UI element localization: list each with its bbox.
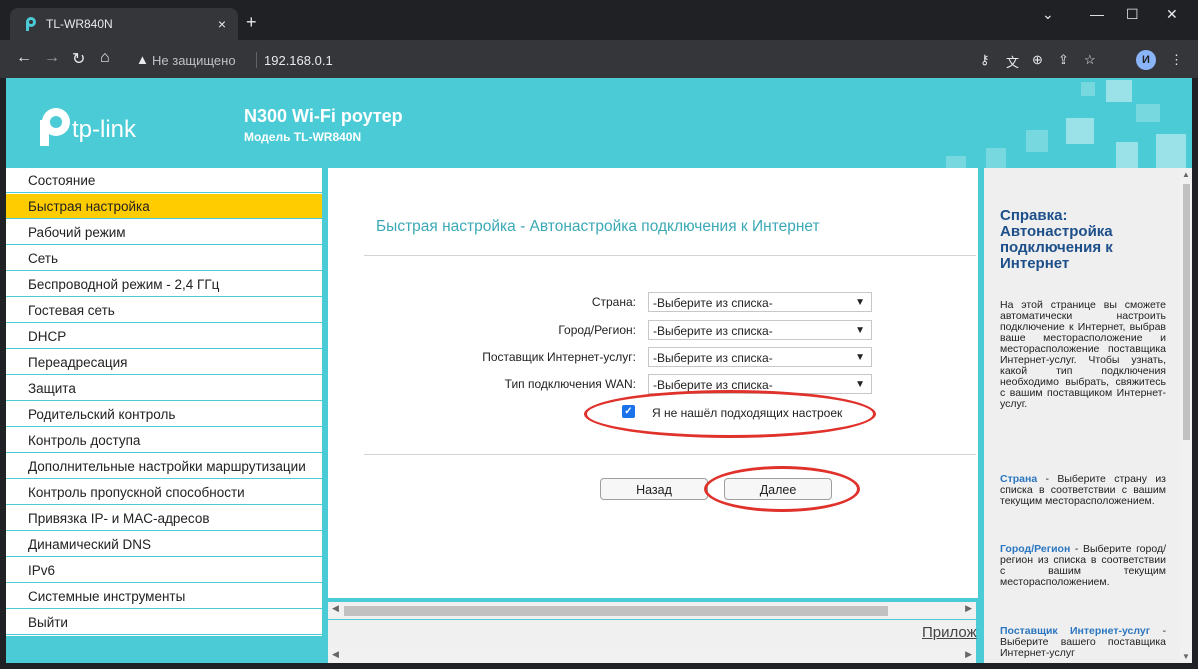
wan-type-label: Тип подключения WAN: [504,377,636,391]
product-title: N300 Wi-Fi роутер [244,106,403,126]
header-decoration [1081,82,1095,96]
url-text[interactable]: 192.168.0.1 [264,53,333,68]
tab-bar: TL-WR840N × + ⌄ — ☐ ✕ [0,0,1198,40]
back-arrow-icon[interactable]: ← [16,49,32,67]
header-decoration [1106,80,1132,102]
vertical-scrollbar[interactable]: ▲ ▼ [1180,168,1192,663]
help-country: Страна - Выберите страну из списка в соо… [1000,474,1166,507]
tab-close-icon[interactable]: × [218,16,226,32]
city-select-value: -Выберите из списка- [653,324,773,338]
annotation-highlight-oval [704,466,860,512]
horizontal-scrollbar[interactable]: ◀ ▶ [328,602,976,619]
home-icon[interactable]: ⌂ [100,49,110,67]
router-header: tp-link N300 Wi-Fi роутер Модель TL-WR84… [6,78,1192,168]
scroll-left-icon[interactable]: ◀ [332,649,339,660]
sidebar-item-status[interactable]: Состояние [6,168,322,193]
sidebar-item-security[interactable]: Защита [6,376,322,401]
sidebar-item-parental-control[interactable]: Родительский контроль [6,402,322,427]
sidebar-item-wireless[interactable]: Беспроводной режим - 2,4 ГГц [6,272,322,297]
sidebar-item-forwarding[interactable]: Переадресация [6,350,322,375]
scroll-right-icon[interactable]: ▶ [965,649,972,660]
header-decoration [946,156,966,168]
sidebar-item-ipv6[interactable]: IPv6 [6,558,322,583]
app-link[interactable]: Прилож [922,624,977,641]
help-title: Справка: Автонастройка подключения к Инт… [1000,207,1113,272]
header-decoration [986,148,1006,168]
help-isp: Поставщик Интернет-услуг - Выберите ваше… [1000,626,1166,659]
scrollbar-thumb[interactable] [344,606,888,616]
back-button[interactable]: Назад [600,478,708,500]
forward-arrow-icon[interactable]: → [44,49,60,67]
sidebar-item-quick-setup[interactable]: Быстрая настройка [6,194,322,219]
scroll-right-icon[interactable]: ▶ [965,603,972,614]
header-decoration [1136,104,1160,122]
help-intro: На этой странице вы сможете автоматическ… [1000,299,1166,410]
country-label: Страна: [591,295,636,309]
tab-title: TL-WR840N [46,17,113,31]
browser-tab[interactable]: TL-WR840N × [10,8,238,40]
new-tab-icon[interactable]: + [246,12,257,33]
chevron-down-icon: ▼ [855,352,865,363]
maximize-icon[interactable]: ☐ [1126,6,1139,23]
city-select[interactable]: -Выберите из списка- ▼ [648,320,872,340]
address-bar[interactable] [134,47,968,73]
tp-link-favicon-icon [22,16,38,32]
isp-select[interactable]: -Выберите из списка- ▼ [648,347,872,367]
country-select-value: -Выберите из списка- [653,296,773,310]
scroll-up-icon[interactable]: ▲ [1182,170,1190,179]
sidebar-item-advanced-routing[interactable]: Дополнительные настройки маршрутизации [6,454,322,479]
bookmark-star-icon[interactable]: ☆ [1084,52,1096,68]
zoom-icon[interactable]: ⊕ [1032,52,1043,68]
share-icon[interactable]: ⇪ [1058,52,1069,68]
address-separator [256,52,257,68]
scrollbar-thumb[interactable] [1183,184,1190,440]
minimize-icon[interactable]: — [1090,6,1104,22]
menu-kebab-icon[interactable]: ⋮ [1170,52,1183,68]
header-decoration [1116,142,1138,168]
warning-icon: ▲ [136,52,149,67]
profile-avatar[interactable]: И [1136,50,1156,70]
sidebar-item-bandwidth-control[interactable]: Контроль пропускной способности [6,480,322,505]
isp-select-value: -Выберите из списка- [653,351,773,365]
browser-window: TL-WR840N × + ⌄ — ☐ ✕ ← → ↻ ⌂ ▲ Не защищ… [0,0,1198,669]
annotation-highlight-oval [584,390,876,438]
sidebar-item-access-control[interactable]: Контроль доступа [6,428,322,453]
isp-label: Поставщик Интернет-услуг: [482,350,636,364]
help-city: Город/Регион - Выберите город/регион из … [1000,544,1166,588]
sidebar-item-operation-mode[interactable]: Рабочий режим [6,220,322,245]
sidebar-menu: Состояние Быстрая настройка Рабочий режи… [6,168,322,663]
reload-icon[interactable]: ↻ [72,49,85,69]
tp-link-logo-icon [32,106,72,153]
tab-search-icon[interactable]: ⌄ [1042,6,1054,23]
scroll-left-icon[interactable]: ◀ [332,603,339,614]
chevron-down-icon: ▼ [855,379,865,390]
country-select[interactable]: -Выберите из списка- ▼ [648,292,872,312]
chevron-down-icon: ▼ [855,325,865,336]
sidebar-item-dynamic-dns[interactable]: Динамический DNS [6,532,322,557]
sidebar-footer [6,636,322,663]
logo-text: tp-link [72,116,137,143]
chevron-down-icon: ▼ [855,297,865,308]
window-close-icon[interactable]: ✕ [1166,6,1178,23]
model-text: Модель TL-WR840N [244,130,362,144]
header-decoration [1026,130,1048,152]
key-icon[interactable]: ⚷ [980,52,990,68]
city-label: Город/Регион: [558,323,636,337]
divider [364,255,976,256]
translate-icon[interactable]: 文 [1006,52,1019,71]
header-decoration [1156,134,1186,168]
lower-horizontal-scrollbar[interactable]: ◀ ▶ [328,648,976,663]
security-label: Не защищено [152,53,236,68]
sidebar-item-guest-network[interactable]: Гостевая сеть [6,298,322,323]
sidebar-item-system-tools[interactable]: Системные инструменты [6,584,322,609]
divider [364,454,976,455]
sidebar-item-dhcp[interactable]: DHCP [6,324,322,349]
help-panel: Справка: Автонастройка подключения к Инт… [984,168,1180,663]
header-decoration [1066,118,1094,144]
sidebar-item-logout[interactable]: Выйти [6,610,322,635]
scroll-down-icon[interactable]: ▼ [1182,652,1190,661]
page-title: Быстрая настройка - Автонастройка подклю… [376,218,820,235]
sidebar-item-network[interactable]: Сеть [6,246,322,271]
sidebar-item-ip-mac-binding[interactable]: Привязка IP- и MAC-адресов [6,506,322,531]
